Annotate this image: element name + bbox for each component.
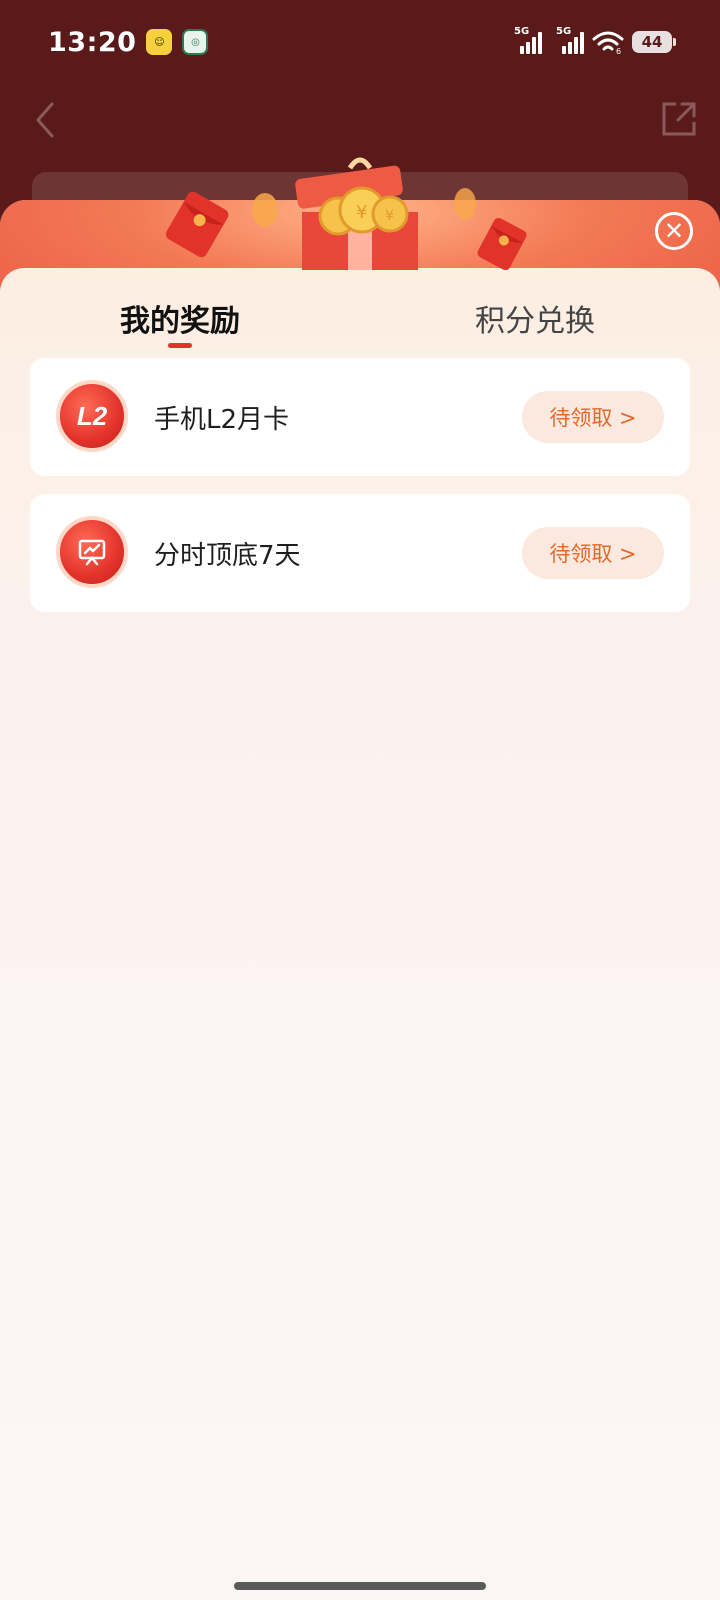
status-left: 13:20 ☺ ◎ [48,26,209,58]
status-bar: 13:20 ☺ ◎ 5G 5G 6 44 [0,0,720,84]
gift-box-icon: ¥ ¥ [295,157,418,270]
share-icon[interactable] [660,100,698,138]
claim-button[interactable]: 待领取 > [522,527,664,579]
network-type-label: 5G [514,26,530,37]
tab-points-exchange[interactable]: 积分兑换 [415,288,655,348]
reward-card: 分时顶底7天 待领取 > [30,494,690,612]
close-button[interactable]: ✕ [655,212,693,250]
chart-presentation-icon [78,539,106,566]
wifi-icon: 6 [592,31,624,54]
reward-card: L2 手机L2月卡 待领取 > [30,358,690,476]
tab-my-rewards[interactable]: 我的奖励 [60,288,300,348]
l2-badge-text: L2 [76,400,108,431]
battery-level: 44 [641,33,663,51]
reward-name: 手机L2月卡 [154,404,290,435]
status-right: 5G 5G 6 44 [514,26,676,54]
reward-badge-l2: L2 [56,380,128,452]
coin-icon [252,193,278,227]
reward-badge-chart [56,516,128,588]
red-envelope-icon [165,191,229,258]
network-type-label: 5G [556,26,572,37]
cellular-signal-icon: 5G [514,26,542,54]
status-time: 13:20 [48,26,137,58]
back-chevron-icon[interactable] [30,100,60,140]
wifi-version-label: 6 [616,47,621,54]
cellular-signal-icon: 5G [556,26,584,54]
tab-bar: 我的奖励 积分兑换 [0,288,720,358]
battery-icon: 44 [632,31,676,53]
red-envelope-icon [477,217,527,271]
reward-name: 分时顶底7天 [154,540,301,571]
coin-icon [454,188,476,220]
active-tab-indicator [168,343,192,348]
bank-app-icon: ◎ [182,29,209,55]
home-indicator[interactable] [234,1582,486,1590]
sun-app-icon: ☺ [146,29,173,55]
claim-button[interactable]: 待领取 > [522,391,664,443]
close-icon: ✕ [663,217,685,245]
svg-text:¥: ¥ [385,208,394,224]
svg-text:¥: ¥ [356,202,367,223]
